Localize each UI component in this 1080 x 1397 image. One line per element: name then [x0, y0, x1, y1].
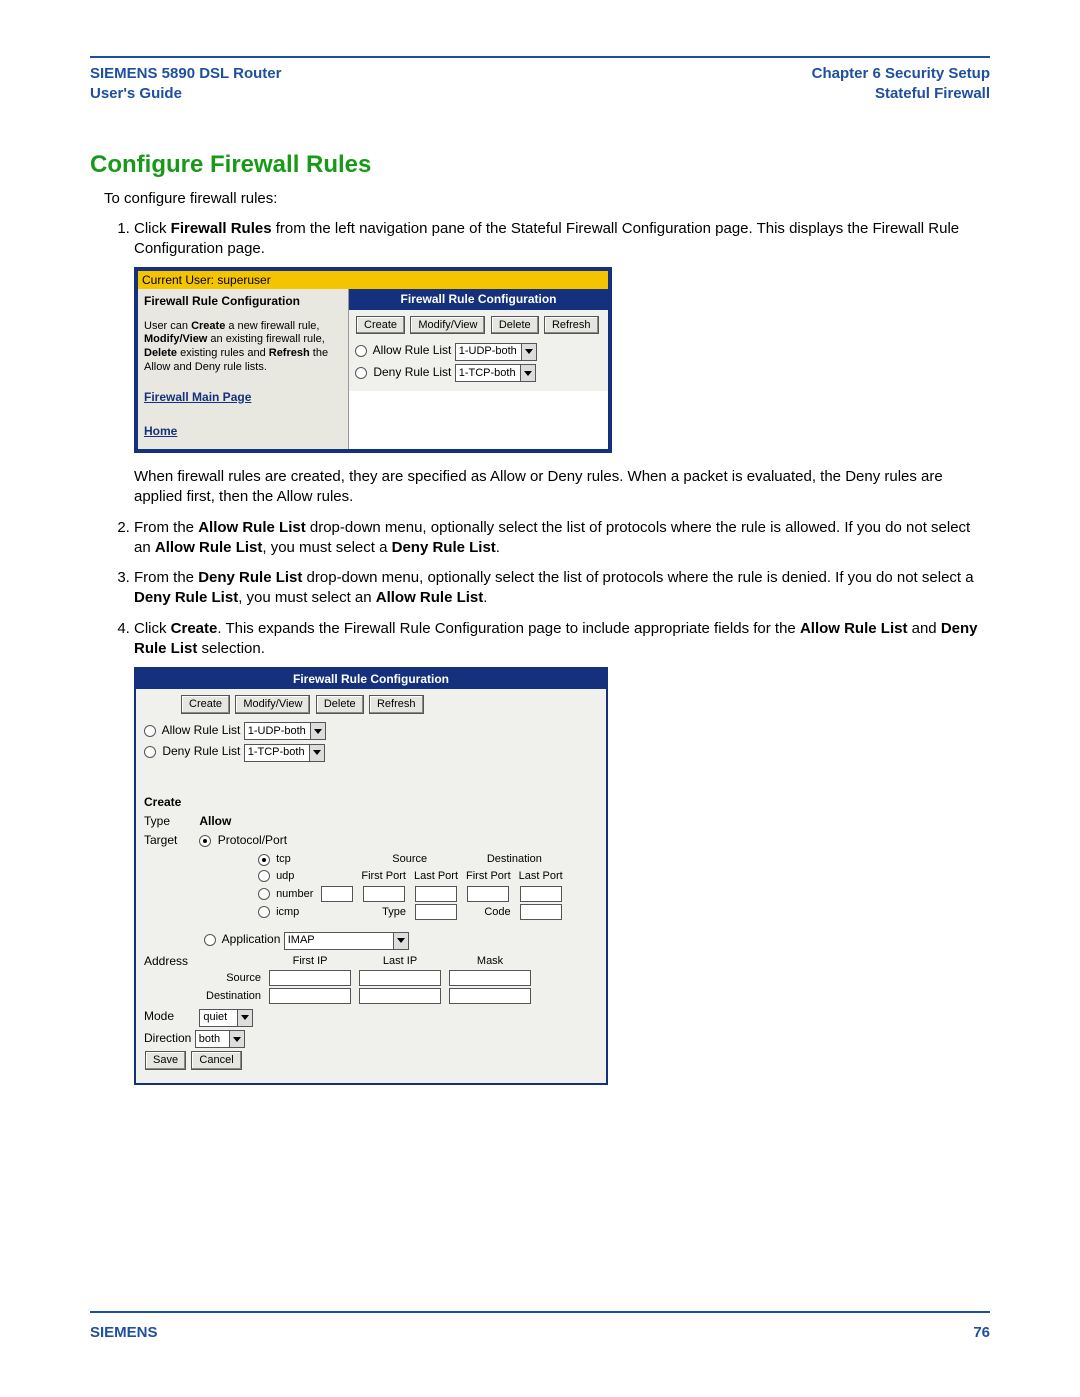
chevron-down-icon — [229, 1031, 244, 1047]
page-number: 76 — [973, 1324, 990, 1341]
address-label: Address — [144, 953, 202, 1006]
application-radio[interactable] — [204, 934, 216, 946]
header-rule — [90, 56, 990, 58]
target-label: Target — [144, 832, 196, 848]
protocol-port-radio[interactable] — [199, 835, 211, 847]
footer-brand: SIEMENS — [90, 1324, 158, 1341]
page-header: SIEMENS 5890 DSL Router User's Guide Cha… — [90, 64, 990, 105]
panel-title: Firewall Rule Configuration — [136, 669, 606, 689]
type-value: Allow — [199, 814, 231, 828]
modify-view-button[interactable]: Modify/View — [410, 316, 485, 335]
panel-title: Firewall Rule Configuration — [349, 289, 608, 309]
allow-rule-radio[interactable] — [144, 725, 156, 737]
icmp-type-input[interactable] — [415, 904, 457, 920]
allow-rule-select[interactable]: 1-UDP-both — [455, 343, 537, 361]
allow-rule-select[interactable]: 1-UDP-both — [244, 722, 326, 740]
number-input[interactable] — [321, 886, 353, 902]
header-device: SIEMENS 5890 DSL Router — [90, 64, 281, 84]
refresh-button[interactable]: Refresh — [544, 316, 599, 335]
mode-select[interactable]: quiet — [199, 1009, 253, 1027]
src-mask-input[interactable] — [449, 970, 531, 986]
dst-first-ip-input[interactable] — [269, 988, 351, 1004]
modify-view-button[interactable]: Modify/View — [235, 695, 310, 714]
firewall-config-screenshot-expanded: Firewall Rule Configuration Create Modif… — [134, 667, 608, 1085]
sidebar: Firewall Rule Configuration User can Cre… — [138, 289, 348, 449]
cancel-button[interactable]: Cancel — [191, 1051, 241, 1070]
refresh-button[interactable]: Refresh — [369, 695, 424, 714]
chevron-down-icon — [520, 365, 535, 381]
icmp-radio[interactable] — [258, 906, 270, 918]
chevron-down-icon — [237, 1010, 252, 1026]
deny-rule-select[interactable]: 1-TCP-both — [455, 364, 536, 382]
sidebar-desc: User can Create a new firewall rule, Mod… — [144, 320, 342, 375]
step-1: Click Firewall Rules from the left navig… — [134, 219, 990, 508]
footer-rule — [90, 1311, 990, 1313]
dst-last-port-input[interactable] — [520, 886, 562, 902]
direction-label: Direction — [144, 1030, 191, 1046]
src-last-port-input[interactable] — [415, 886, 457, 902]
chevron-down-icon — [521, 344, 536, 360]
deny-rule-select[interactable]: 1-TCP-both — [244, 744, 325, 762]
direction-select[interactable]: both — [195, 1030, 245, 1048]
chevron-down-icon — [393, 933, 408, 949]
step-4: Click Create. This expands the Firewall … — [134, 619, 990, 1086]
src-last-ip-input[interactable] — [359, 970, 441, 986]
chevron-down-icon — [310, 723, 325, 739]
chevron-down-icon — [309, 745, 324, 761]
steps-list: Click Firewall Rules from the left navig… — [104, 219, 990, 1085]
protocol-table: tcp Source Destination udp First Port La… — [254, 851, 567, 921]
create-header: Create — [144, 794, 598, 810]
step-1-note: When firewall rules are created, they ar… — [134, 467, 990, 508]
src-first-port-input[interactable] — [363, 886, 405, 902]
allow-rule-radio[interactable] — [355, 345, 367, 357]
intro-text: To configure firewall rules: — [104, 189, 990, 209]
tcp-radio[interactable] — [258, 854, 270, 866]
current-user-bar: Current User: superuser — [138, 271, 608, 289]
step-2: From the Allow Rule List drop-down menu,… — [134, 518, 990, 559]
deny-rule-radio[interactable] — [144, 746, 156, 758]
firewall-config-screenshot-small: Current User: superuser Firewall Rule Co… — [134, 267, 612, 453]
application-label: Application — [222, 932, 281, 946]
header-chapter: Chapter 6 Security Setup — [812, 64, 990, 84]
number-radio[interactable] — [258, 888, 270, 900]
mode-label: Mode — [144, 1008, 196, 1024]
icmp-code-input[interactable] — [520, 904, 562, 920]
protocol-port-label: Protocol/Port — [218, 833, 287, 847]
create-button[interactable]: Create — [356, 316, 405, 335]
address-table: First IP Last IP Mask Source — [202, 953, 535, 1006]
page-footer: SIEMENS 76 — [90, 1324, 990, 1341]
delete-button[interactable]: Delete — [491, 316, 539, 335]
header-subsection: Stateful Firewall — [812, 84, 990, 104]
application-select[interactable]: IMAP — [284, 932, 409, 950]
udp-radio[interactable] — [258, 870, 270, 882]
deny-rule-radio[interactable] — [355, 367, 367, 379]
link-home[interactable]: Home — [144, 423, 342, 439]
sidebar-title: Firewall Rule Configuration — [144, 293, 342, 309]
dst-first-port-input[interactable] — [467, 886, 509, 902]
step-3: From the Deny Rule List drop-down menu, … — [134, 568, 990, 609]
deny-rule-label: Deny Rule List — [162, 744, 240, 758]
link-firewall-main[interactable]: Firewall Main Page — [144, 389, 342, 405]
type-label: Type — [144, 813, 196, 829]
src-first-ip-input[interactable] — [269, 970, 351, 986]
dst-mask-input[interactable] — [449, 988, 531, 1004]
delete-button[interactable]: Delete — [316, 695, 364, 714]
allow-rule-label: Allow Rule List — [373, 343, 452, 357]
deny-rule-label: Deny Rule List — [373, 365, 451, 379]
save-button[interactable]: Save — [145, 1051, 186, 1070]
header-guide: User's Guide — [90, 84, 281, 104]
section-title: Configure Firewall Rules — [90, 151, 990, 179]
dst-last-ip-input[interactable] — [359, 988, 441, 1004]
allow-rule-label: Allow Rule List — [162, 723, 241, 737]
create-button[interactable]: Create — [181, 695, 230, 714]
